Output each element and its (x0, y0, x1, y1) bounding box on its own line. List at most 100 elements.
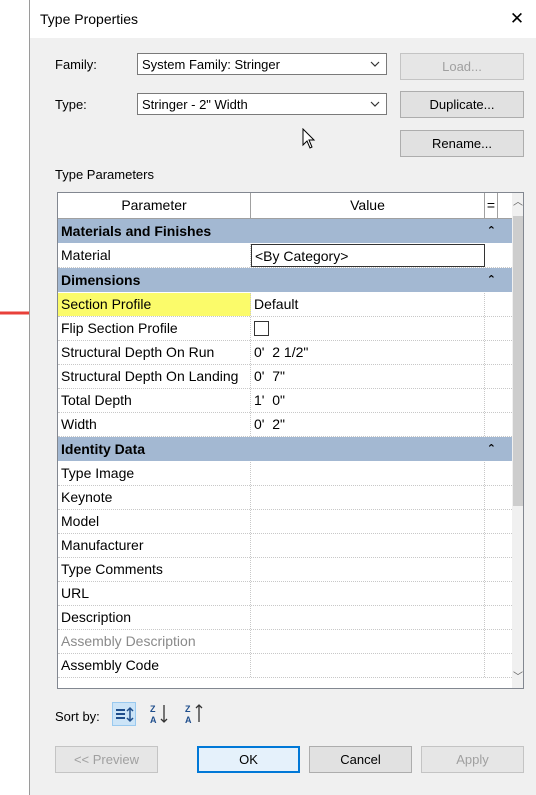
table-row[interactable]: Material <By Category> (58, 244, 512, 268)
table-row[interactable]: Assembly Code (58, 654, 512, 678)
group-header-dimensions[interactable]: Dimensions ⌃ (58, 268, 512, 293)
param-name: Assembly Code (58, 654, 251, 677)
flip-checkbox[interactable] (254, 320, 269, 336)
group-header-materials[interactable]: Materials and Finishes ⌃ (58, 219, 512, 244)
param-name: Total Depth (58, 389, 251, 412)
table-row[interactable]: Type Comments (58, 558, 512, 582)
param-name: Flip Section Profile (58, 317, 251, 340)
param-name: Structural Depth On Run (58, 341, 251, 364)
value-cell[interactable]: 1' 0" (251, 389, 485, 412)
value-cell[interactable] (251, 582, 485, 605)
table-row[interactable]: URL (58, 582, 512, 606)
group-title: Identity Data (61, 441, 146, 457)
collapse-icon[interactable]: ⌃ (487, 219, 496, 244)
value-cell[interactable] (251, 534, 485, 557)
type-value: Stringer - 2" Width (142, 97, 248, 112)
table-row[interactable]: Assembly Description (58, 630, 512, 654)
vertical-scrollbar[interactable]: ︿ ﹀ (512, 193, 523, 688)
svg-text:A: A (185, 715, 192, 725)
value-cell[interactable] (251, 510, 485, 533)
param-name-disabled: Assembly Description (58, 630, 251, 653)
grid-rows: Materials and Finishes ⌃ Material <By Ca… (58, 219, 512, 678)
value-cell[interactable]: 0' 2 1/2" (251, 341, 485, 364)
type-label: Type: (55, 97, 87, 112)
type-parameters-grid: Parameter Value = Materials and Finishes… (57, 192, 524, 689)
table-row[interactable]: Flip Section Profile (58, 317, 512, 341)
value-cell[interactable]: <By Category> (251, 244, 485, 267)
column-header-value[interactable]: Value (251, 193, 485, 218)
column-header-formula[interactable]: = (485, 193, 498, 218)
ok-button[interactable]: OK (197, 746, 300, 773)
param-name: Description (58, 606, 251, 629)
group-title: Materials and Finishes (61, 223, 212, 239)
column-header-parameter[interactable]: Parameter (58, 193, 251, 218)
value-cell[interactable] (251, 486, 485, 509)
sort-ascending-icon[interactable]: Z A (147, 702, 171, 726)
value-cell[interactable] (251, 558, 485, 581)
table-row[interactable]: Model (58, 510, 512, 534)
value-cell[interactable] (251, 654, 485, 677)
table-row[interactable]: Total Depth 1' 0" (58, 389, 512, 413)
scroll-up-icon[interactable]: ︿ (512, 196, 523, 210)
param-name: Manufacturer (58, 534, 251, 557)
sort-grouped-icon[interactable] (112, 702, 136, 726)
mouse-cursor-icon (302, 128, 316, 149)
param-name: URL (58, 582, 251, 605)
family-dropdown[interactable]: System Family: Stringer (137, 53, 387, 75)
preview-button[interactable]: << Preview (55, 746, 158, 773)
group-header-identity[interactable]: Identity Data ⌃ (58, 437, 512, 462)
table-row[interactable]: Manufacturer (58, 534, 512, 558)
table-row[interactable]: Width 0' 2" (58, 413, 512, 437)
dialog-title: Type Properties (40, 11, 139, 27)
svg-text:Z: Z (150, 704, 156, 714)
scrollbar-thumb[interactable] (513, 216, 523, 506)
table-row[interactable]: Structural Depth On Run 0' 2 1/2" (58, 341, 512, 365)
table-row[interactable]: Section Profile Default (58, 293, 512, 317)
title-bar: Type Properties ✕ (30, 0, 536, 38)
chevron-down-icon (370, 101, 380, 107)
param-name: Keynote (58, 486, 251, 509)
param-name: Structural Depth On Landing (58, 365, 251, 388)
type-properties-dialog: Type Properties ✕ Family: System Family:… (29, 0, 536, 795)
table-row[interactable]: Description (58, 606, 512, 630)
table-row[interactable]: Keynote (58, 486, 512, 510)
value-cell[interactable]: Default (251, 293, 485, 316)
svg-text:A: A (150, 715, 157, 725)
scroll-down-icon[interactable]: ﹀ (512, 671, 523, 685)
sort-descending-icon[interactable]: Z A (182, 702, 206, 726)
type-parameters-label: Type Parameters (55, 167, 154, 182)
value-cell[interactable]: 0' 7" (251, 365, 485, 388)
apply-button[interactable]: Apply (421, 746, 524, 773)
close-icon[interactable]: ✕ (504, 6, 530, 32)
param-name: Width (58, 413, 251, 436)
param-name: Material (58, 244, 251, 267)
sort-by-label: Sort by: (55, 709, 100, 724)
group-title: Dimensions (61, 272, 141, 288)
table-row[interactable]: Type Image (58, 462, 512, 486)
rename-button[interactable]: Rename... (400, 130, 524, 157)
param-name: Type Image (58, 462, 251, 485)
grid-header: Parameter Value = (58, 193, 512, 219)
param-name: Type Comments (58, 558, 251, 581)
value-cell[interactable] (251, 606, 485, 629)
value-cell[interactable] (251, 462, 485, 485)
value-cell (251, 630, 485, 653)
family-label: Family: (55, 57, 97, 72)
value-cell[interactable] (251, 317, 485, 340)
az-glyph: Z A (150, 704, 168, 725)
collapse-icon[interactable]: ⌃ (487, 437, 496, 462)
family-value: System Family: Stringer (142, 57, 280, 72)
collapse-icon[interactable]: ⌃ (487, 268, 496, 293)
value-cell[interactable]: 0' 2" (251, 413, 485, 436)
type-dropdown[interactable]: Stringer - 2" Width (137, 93, 387, 115)
param-name-highlighted: Section Profile (58, 293, 251, 316)
za-glyph: Z A (185, 704, 203, 725)
grouped-sort-glyph (116, 706, 134, 723)
svg-text:Z: Z (185, 704, 191, 714)
duplicate-button[interactable]: Duplicate... (400, 91, 524, 118)
param-name: Model (58, 510, 251, 533)
load-button[interactable]: Load... (400, 53, 524, 80)
cancel-button[interactable]: Cancel (309, 746, 412, 773)
table-row[interactable]: Structural Depth On Landing 0' 7" (58, 365, 512, 389)
chevron-down-icon (370, 61, 380, 67)
